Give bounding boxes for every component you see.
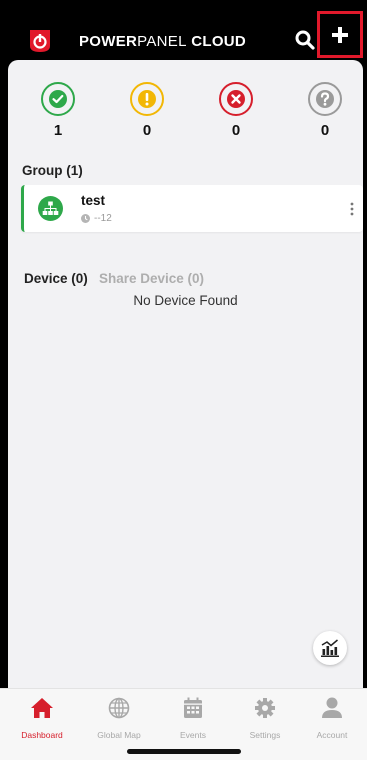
status-count: 0	[320, 122, 330, 139]
group-meta-text: --12	[94, 213, 112, 224]
group-icon	[38, 196, 63, 221]
app-title-panel: PANEL	[137, 33, 187, 50]
x-icon	[219, 82, 253, 116]
app-title-power: POWER	[79, 33, 138, 50]
status-normal[interactable]: 1	[33, 82, 83, 139]
nav-dashboard[interactable]: Dashboard	[7, 697, 77, 740]
group-section-label: Group (1)	[22, 163, 83, 178]
question-icon	[308, 82, 342, 116]
status-summary: 1 0 0 0	[8, 82, 363, 152]
group-item[interactable]: test --12	[21, 185, 363, 232]
nav-label: Dashboard	[21, 730, 63, 740]
nav-label: Settings	[249, 730, 281, 740]
add-button[interactable]	[317, 11, 363, 58]
calendar-icon	[184, 697, 202, 718]
nav-settings[interactable]: Settings	[230, 697, 300, 740]
check-icon	[41, 82, 75, 116]
nav-label: Events	[180, 730, 206, 740]
app-title: POWERPANEL CLOUD	[79, 33, 246, 50]
nav-label: Account	[316, 730, 348, 740]
dashboard-content: 1 0 0 0 Group (1) test --12 Device (0) S…	[8, 60, 363, 688]
status-count: 0	[142, 122, 152, 139]
nav-global-map[interactable]: Global Map	[84, 697, 154, 740]
gear-icon	[255, 698, 275, 718]
group-meta: --12	[81, 213, 112, 224]
nav-events[interactable]: Events	[158, 697, 228, 740]
status-unknown[interactable]: 0	[300, 82, 350, 139]
status-count: 1	[53, 122, 63, 139]
powerpanel-logo-icon	[30, 30, 50, 52]
tab-device[interactable]: Device (0)	[24, 271, 88, 286]
app-title-cloud: CLOUD	[186, 33, 247, 50]
home-indicator	[127, 749, 241, 754]
nav-label: Global Map	[97, 730, 141, 740]
empty-state-message: No Device Found	[133, 293, 238, 308]
tab-share-device[interactable]: Share Device (0)	[99, 271, 204, 286]
search-icon[interactable]	[294, 29, 316, 51]
clock-icon	[81, 214, 90, 223]
chart-icon	[321, 639, 339, 657]
status-critical[interactable]: 0	[211, 82, 261, 139]
globe-icon	[108, 697, 130, 719]
top-bar: POWERPANEL CLOUD	[0, 0, 367, 60]
nav-account[interactable]: Account	[297, 697, 367, 740]
exclamation-icon	[130, 82, 164, 116]
plus-icon	[332, 26, 348, 43]
report-button[interactable]	[313, 631, 347, 665]
group-name: test	[81, 193, 106, 208]
more-options-icon[interactable]	[349, 201, 355, 217]
home-icon	[31, 698, 53, 718]
status-warning[interactable]: 0	[122, 82, 172, 139]
user-icon	[322, 697, 342, 718]
status-count: 0	[231, 122, 241, 139]
